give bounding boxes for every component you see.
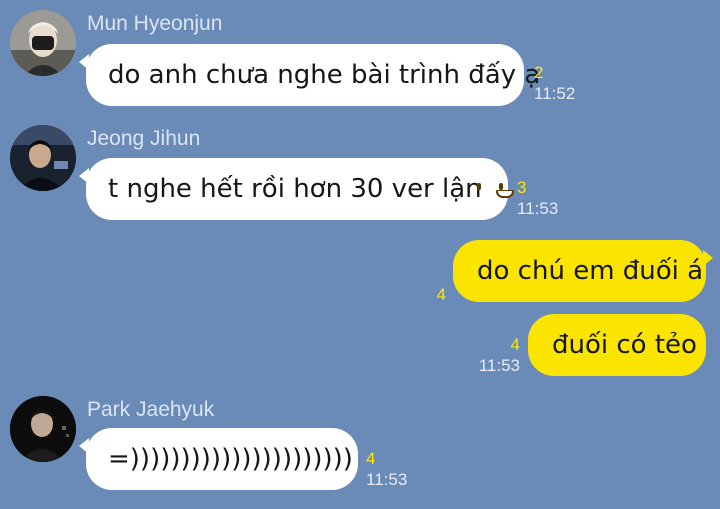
sender-name: Jeong Jihun [87, 127, 201, 150]
message-bubble[interactable]: do anh chưa nghe bài trình đấy ạ [79, 44, 540, 106]
avatar-park-jaehyuk[interactable] [10, 396, 76, 462]
profile-photo-icon [10, 125, 76, 191]
message-meta: 2 11:52 [534, 62, 575, 104]
message-time: 11:53 [478, 356, 520, 375]
avatar-mun-hyeonjun[interactable] [10, 10, 76, 76]
avatar-jeong-jihun[interactable] [10, 125, 76, 191]
message-time: 11:53 [366, 470, 408, 489]
unread-count: 4 [436, 285, 446, 304]
message-meta: 4 11:53 [366, 448, 407, 490]
message-bubble[interactable]: đuối có tẻo [528, 314, 706, 376]
message-bubble[interactable]: =)))))))))))))))))))))) [79, 428, 358, 490]
unread-count: 2 [534, 63, 544, 82]
message-meta: 4 11:53 [460, 334, 520, 376]
message-time: 11:52 [534, 84, 576, 103]
message-meta: 4 [400, 284, 446, 305]
sender-name: Mun Hyeonjun [87, 12, 223, 35]
message-bubble[interactable]: t nghe hết rồi hơn 30 ver lận [79, 158, 514, 220]
profile-photo-icon [10, 396, 76, 462]
message-meta: 3 11:53 [517, 177, 558, 219]
message-text: do anh chưa nghe bài trình đấy ạ [108, 60, 541, 90]
unread-count: 4 [510, 335, 520, 354]
message-text: đuối có tẻo [552, 330, 697, 360]
unread-count: 4 [366, 449, 376, 468]
unread-count: 3 [517, 178, 527, 197]
profile-photo-icon [10, 10, 76, 76]
message-time: 11:53 [517, 199, 559, 218]
message-text: t nghe hết rồi hơn 30 ver lận [108, 174, 482, 204]
message-text: =)))))))))))))))))))))) [108, 444, 353, 474]
message-text: do chú em đuối á [477, 256, 704, 286]
message-bubble[interactable]: do chú em đuối á [453, 240, 713, 302]
sender-name: Park Jaehyuk [87, 398, 215, 421]
